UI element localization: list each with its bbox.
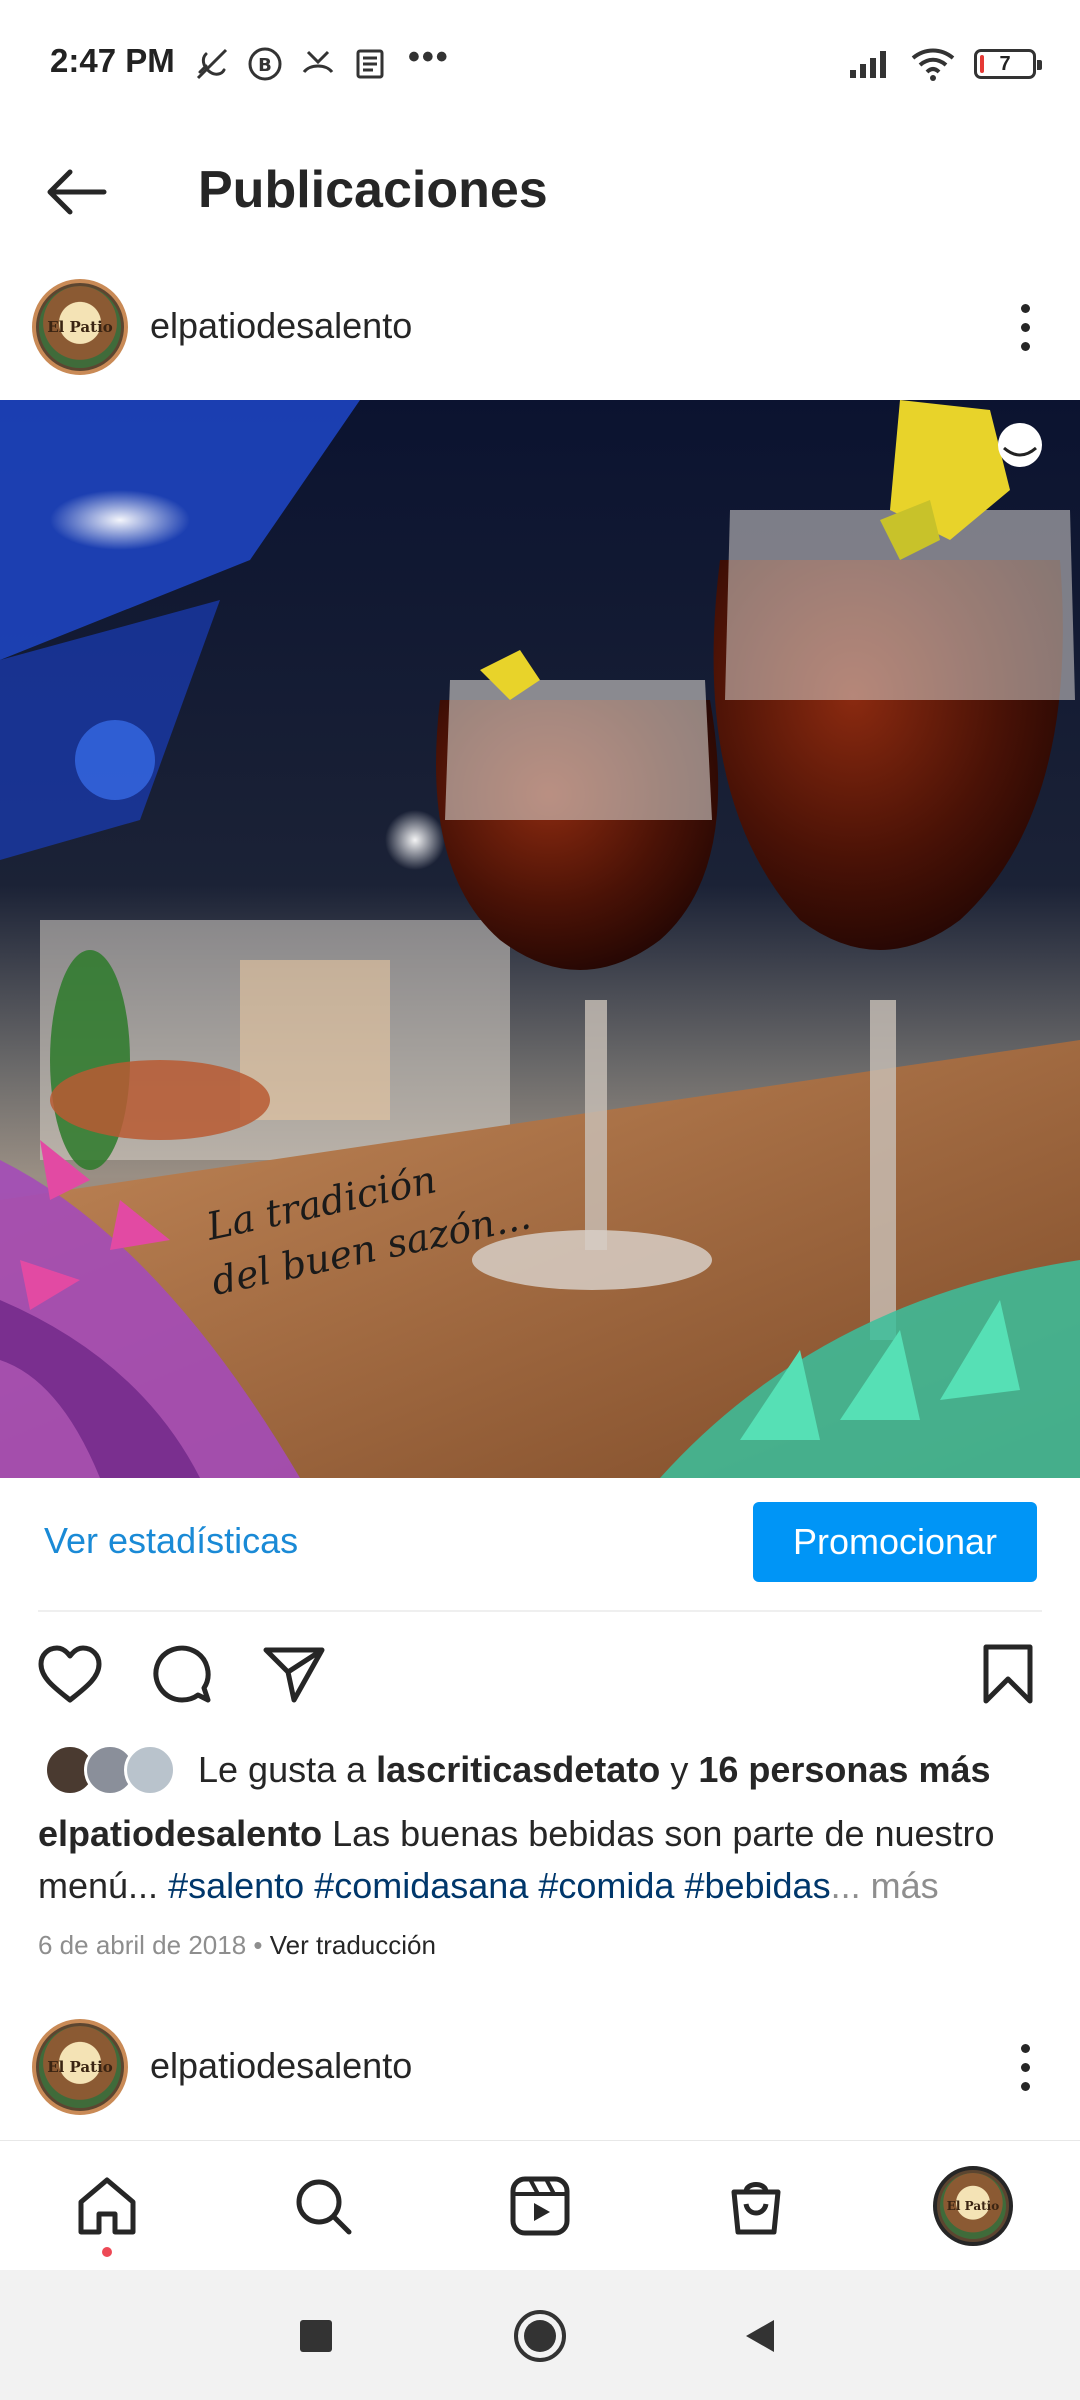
liker-avatar [124, 1744, 176, 1796]
avatar-logo-text: El Patio [946, 2199, 1000, 2213]
caption-more-link[interactable]: más [871, 1865, 939, 1906]
bookmark-icon [983, 1644, 1033, 1704]
square-icon [300, 2320, 332, 2352]
nav-shop[interactable] [711, 2161, 801, 2251]
nav-reels[interactable] [495, 2161, 585, 2251]
post-header: El Patio elpatiodesalento [0, 265, 1080, 395]
hashtag[interactable]: #salento [168, 1865, 304, 1906]
svg-text:B: B [258, 55, 272, 76]
status-system-icons: 7 [848, 46, 1042, 82]
news-icon [356, 49, 384, 79]
shop-icon [731, 2182, 781, 2235]
divider [38, 1610, 1042, 1612]
see-translation-link[interactable]: Ver traducción [270, 1930, 436, 1960]
post-date: 6 de abril de 2018 [38, 1930, 247, 1960]
status-notification-icons: B [192, 44, 388, 84]
home-icon [78, 2177, 136, 2235]
back-system-button[interactable] [722, 2298, 798, 2374]
avatar-logo: El Patio [39, 286, 121, 368]
share-button[interactable] [256, 1636, 332, 1712]
likes-prefix: Le gusta a [198, 1749, 367, 1790]
view-insights-link[interactable]: Ver estadísticas [44, 1520, 298, 1562]
hashtag[interactable]: #bebidas [684, 1865, 830, 1906]
post-photo[interactable]: La tradición del buen sazón... [0, 400, 1080, 1478]
likes-summary[interactable]: Le gusta a lascriticasdetato y 16 person… [44, 1742, 991, 1798]
bottom-navigation: El Patio [0, 2140, 1080, 2270]
date-separator: • [253, 1930, 263, 1960]
circle-icon [514, 2310, 566, 2362]
hashtag[interactable]: #comidasana [314, 1865, 528, 1906]
post-author-username[interactable]: elpatiodesalento [150, 305, 412, 347]
no-call-icon [196, 48, 228, 80]
battery-level: 7 [999, 52, 1011, 75]
save-button[interactable] [970, 1636, 1046, 1712]
triangle-back-icon [746, 2320, 774, 2352]
more-vertical-icon-dot [1020, 341, 1030, 351]
post-author-username[interactable]: elpatiodesalento [150, 2045, 412, 2087]
more-vertical-icon-dot [1020, 303, 1030, 313]
more-vertical-icon-dot [1020, 322, 1030, 332]
liker-username[interactable]: lascriticasdetato [376, 1749, 660, 1790]
post-options-button[interactable] [1000, 295, 1050, 359]
post-caption: elpatiodesalento Las buenas bebidas son … [38, 1808, 1048, 1912]
signal-icon [850, 51, 886, 78]
more-vertical-icon-dot [1020, 2043, 1030, 2053]
profile-avatar: El Patio [933, 2166, 1013, 2246]
back-button[interactable] [38, 154, 114, 230]
hashtag[interactable]: #comida [538, 1865, 674, 1906]
missed-call-icon [302, 50, 334, 74]
caption-ellipsis: ... [830, 1865, 861, 1906]
home-system-button[interactable] [502, 2298, 578, 2374]
post-author-avatar[interactable]: El Patio [32, 2019, 128, 2115]
nav-home[interactable] [62, 2161, 152, 2251]
battery-icon: 7 [974, 49, 1042, 79]
more-vertical-icon-dot [1020, 2062, 1030, 2072]
likes-others[interactable]: 16 personas más [698, 1749, 990, 1790]
top-app-bar: Publicaciones [0, 130, 1080, 250]
battery-fill [980, 55, 984, 73]
avatar-logo: El Patio [940, 2173, 1006, 2239]
like-button[interactable] [32, 1636, 108, 1712]
cocktail-photo: La tradición del buen sazón... [0, 400, 1080, 1478]
avatar-logo-text: El Patio [47, 2058, 113, 2076]
page-title: Publicaciones [198, 161, 548, 219]
comment-icon [153, 1645, 211, 1703]
nav-profile[interactable]: El Patio [928, 2161, 1018, 2251]
next-post-header: El Patio elpatiodesalento [0, 2005, 1080, 2135]
status-bar: 2:47 PM B ••• 7 [0, 0, 1080, 130]
b-badge-icon: B [248, 47, 282, 81]
reels-icon [510, 2176, 570, 2236]
nav-search[interactable] [278, 2161, 368, 2251]
caption-username[interactable]: elpatiodesalento [38, 1813, 322, 1854]
status-time: 2:47 PM [50, 42, 175, 79]
promote-button[interactable]: Promocionar [753, 1502, 1037, 1582]
wifi-icon [911, 48, 955, 81]
post-author-avatar[interactable]: El Patio [32, 279, 128, 375]
more-vertical-icon-dot [1020, 2081, 1030, 2091]
avatar-logo-text: El Patio [47, 318, 113, 336]
notification-dot [102, 2247, 112, 2257]
arrow-left-icon [47, 169, 107, 215]
comment-button[interactable] [144, 1636, 220, 1712]
post-options-button[interactable] [1000, 2035, 1050, 2099]
system-navigation-bar [0, 2270, 1080, 2400]
search-icon [296, 2179, 352, 2235]
avatar-logo: El Patio [39, 2026, 121, 2108]
likes-connector: y [670, 1749, 689, 1790]
recents-button[interactable] [278, 2298, 354, 2374]
status-overflow-dots: ••• [408, 38, 450, 76]
heart-icon [38, 1645, 102, 1703]
post-date-row: 6 de abril de 2018 • Ver traducción [38, 1930, 436, 1961]
likes-text: Le gusta a lascriticasdetato y 16 person… [198, 1749, 991, 1791]
send-icon [263, 1647, 325, 1703]
